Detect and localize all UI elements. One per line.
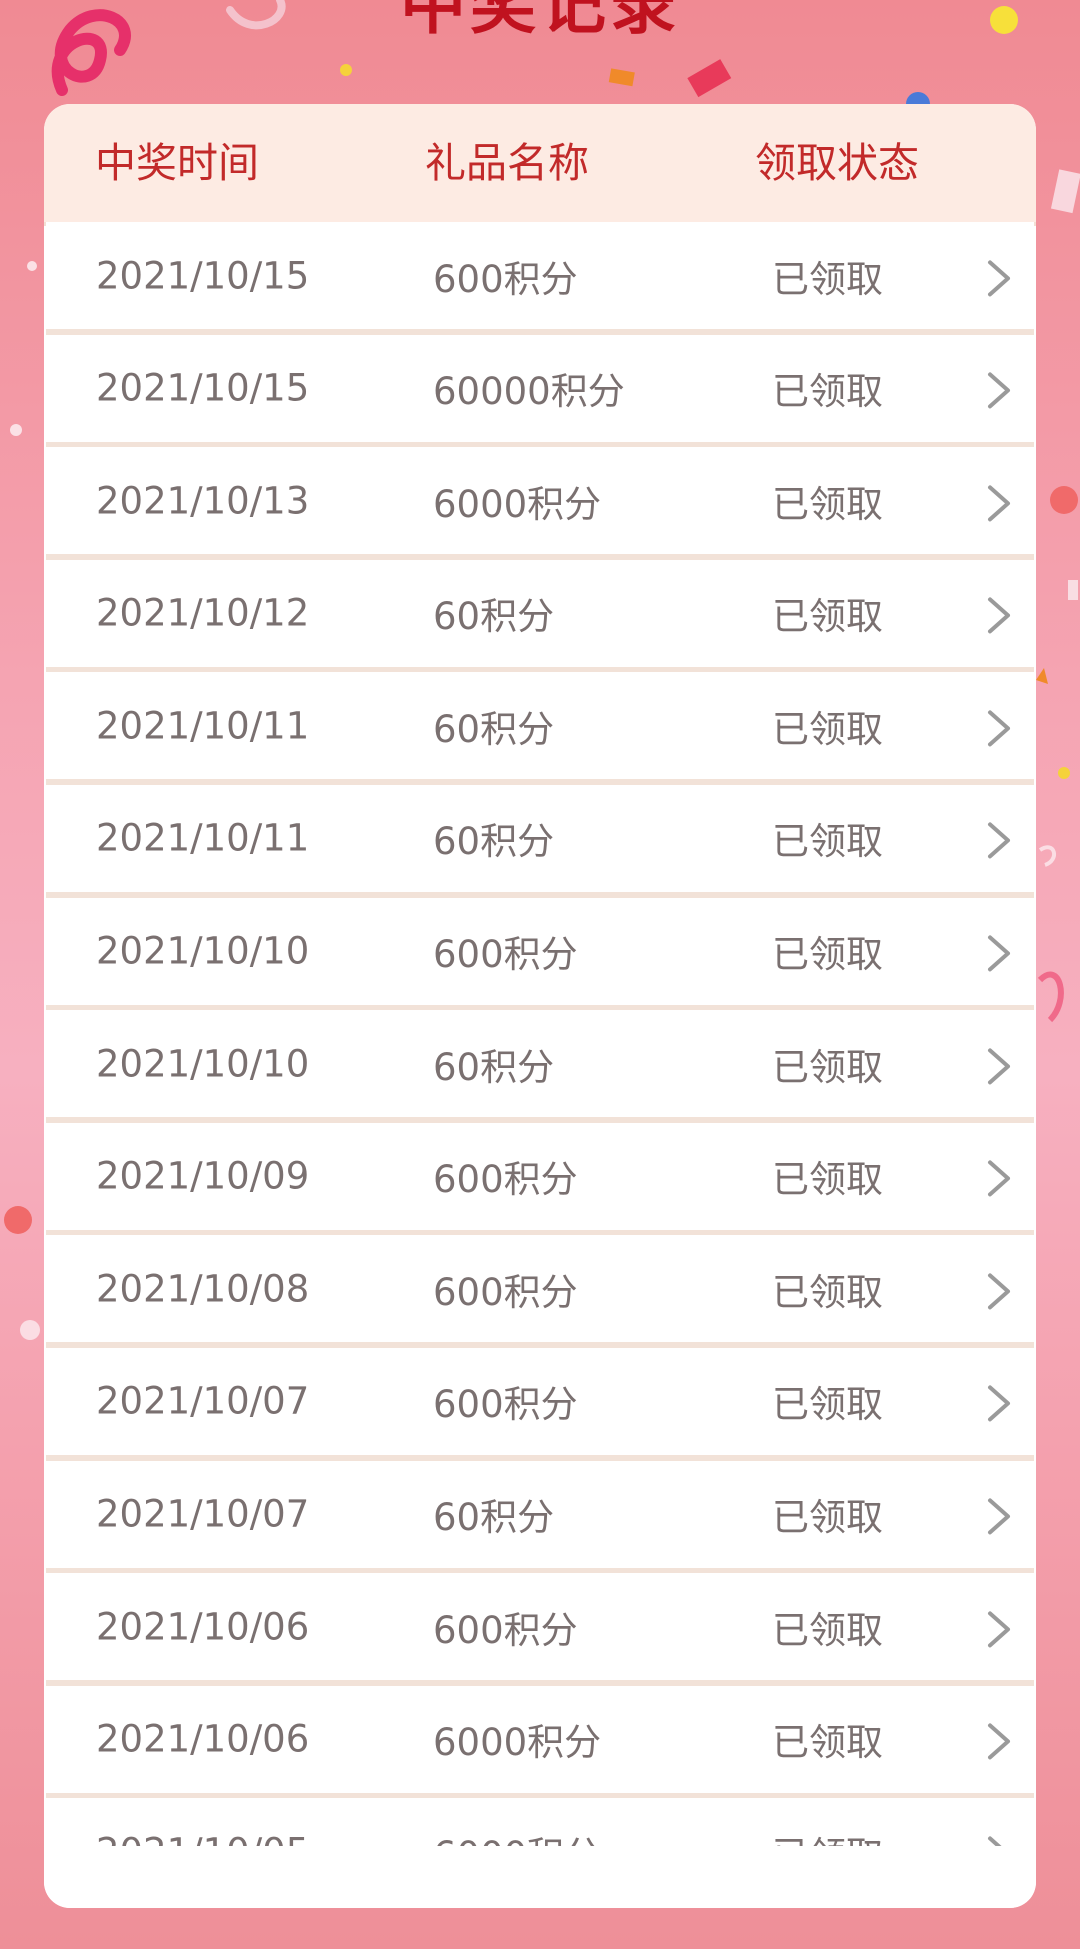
row-date: 2021/10/10 [96, 929, 310, 973]
row-status: 已领取 [772, 933, 883, 977]
chevron-right-icon[interactable] [982, 933, 1016, 973]
chevron-right-icon[interactable] [982, 1496, 1016, 1536]
row-gift: 600积分 [433, 933, 578, 977]
header-status: 领取状态 [755, 138, 919, 187]
chevron-right-icon[interactable] [982, 258, 1016, 298]
row-status: 已领取 [772, 1383, 883, 1427]
chevron-right-icon[interactable] [982, 1834, 1016, 1846]
row-status: 已领取 [772, 1158, 883, 1202]
row-gift: 600积分 [433, 1608, 578, 1652]
row-status: 已领取 [772, 1825, 883, 1846]
table-row[interactable]: 2021/10/10 60积分 已领取 [46, 1010, 1034, 1118]
chevron-right-icon[interactable] [982, 1609, 1016, 1649]
row-status: 已领取 [772, 1608, 883, 1652]
row-date: 2021/10/13 [96, 479, 310, 523]
table-row[interactable]: 2021/10/07 60积分 已领取 [46, 1460, 1034, 1568]
row-status: 已领取 [772, 1721, 883, 1765]
row-gift: 60积分 [433, 1045, 555, 1089]
row-gift: 600积分 [433, 1383, 578, 1427]
row-date: 2021/10/15 [96, 366, 310, 410]
table-row[interactable]: 2021/10/08 600积分 已领取 [46, 1235, 1034, 1343]
chevron-right-icon[interactable] [982, 708, 1016, 748]
row-gift: 6000积分 [433, 1721, 602, 1765]
records-list[interactable]: 2021/10/15 600积分 已领取 2021/10/15 60000积分 … [46, 222, 1034, 1846]
table-row[interactable]: 2021/10/11 60积分 已领取 [46, 784, 1034, 892]
row-date: 2021/10/07 [96, 1492, 310, 1536]
row-date: 2021/10/11 [96, 704, 310, 748]
row-status: 已领取 [772, 482, 883, 526]
chevron-right-icon[interactable] [982, 1384, 1016, 1424]
row-date: 2021/10/06 [96, 1605, 310, 1649]
row-gift: 600积分 [433, 1270, 578, 1314]
chevron-right-icon[interactable] [982, 596, 1016, 636]
row-status: 已领取 [772, 370, 883, 414]
row-status: 已领取 [772, 1045, 883, 1089]
row-status: 已领取 [772, 595, 883, 639]
table-row[interactable]: 2021/10/05 6000积分 已领取 [46, 1798, 1034, 1846]
row-status: 已领取 [772, 1496, 883, 1540]
page-title: 中奖记录 [400, 0, 680, 43]
row-gift: 60积分 [433, 595, 555, 639]
row-date: 2021/10/05 [96, 1830, 309, 1846]
row-date: 2021/10/06 [96, 1717, 310, 1761]
row-gift: 6000积分 [433, 482, 602, 526]
table-row[interactable]: 2021/10/06 6000积分 已领取 [46, 1685, 1034, 1793]
table-row[interactable]: 2021/10/07 600积分 已领取 [46, 1347, 1034, 1455]
row-gift: 60积分 [433, 820, 555, 864]
row-status: 已领取 [772, 820, 883, 864]
row-gift: 6000积分 [433, 1825, 601, 1846]
table-header: 中奖时间 礼品名称 领取状态 [44, 104, 1036, 226]
chevron-right-icon[interactable] [982, 821, 1016, 861]
row-gift: 60积分 [433, 1496, 555, 1540]
row-date: 2021/10/11 [96, 816, 310, 860]
table-row[interactable]: 2021/10/06 600积分 已领取 [46, 1573, 1034, 1681]
row-status: 已领取 [772, 1270, 883, 1314]
table-row[interactable]: 2021/10/10 600积分 已领取 [46, 897, 1034, 1005]
row-date: 2021/10/09 [96, 1154, 310, 1198]
table-row[interactable]: 2021/10/15 60000积分 已领取 [46, 334, 1034, 442]
row-gift: 60000积分 [433, 370, 625, 414]
row-status: 已领取 [772, 707, 883, 751]
header-time: 中奖时间 [95, 138, 259, 187]
table-row[interactable]: 2021/10/15 600积分 已领取 [46, 222, 1034, 329]
row-gift: 60积分 [433, 707, 555, 751]
row-date: 2021/10/10 [96, 1042, 310, 1086]
table-row[interactable]: 2021/10/11 60积分 已领取 [46, 672, 1034, 780]
chevron-right-icon[interactable] [982, 1159, 1016, 1199]
row-date: 2021/10/08 [96, 1267, 310, 1311]
table-row[interactable]: 2021/10/12 60积分 已领取 [46, 559, 1034, 667]
row-date: 2021/10/07 [96, 1379, 310, 1423]
row-gift: 600积分 [433, 1158, 578, 1202]
row-date: 2021/10/15 [96, 254, 310, 297]
table-row[interactable]: 2021/10/13 6000积分 已领取 [46, 447, 1034, 555]
row-status: 已领取 [772, 257, 883, 301]
chevron-right-icon[interactable] [982, 370, 1016, 410]
chevron-right-icon[interactable] [982, 1722, 1016, 1762]
chevron-right-icon[interactable] [982, 483, 1016, 523]
records-card: 中奖时间 礼品名称 领取状态 2021/10/15 600积分 已领取 2021… [44, 104, 1036, 1908]
card-footer [44, 1846, 1036, 1908]
chevron-right-icon[interactable] [982, 1271, 1016, 1311]
table-row[interactable]: 2021/10/09 600积分 已领取 [46, 1122, 1034, 1230]
chevron-right-icon[interactable] [982, 1046, 1016, 1086]
row-gift: 600积分 [433, 257, 578, 301]
row-date: 2021/10/12 [96, 591, 310, 635]
header-gift: 礼品名称 [425, 138, 589, 187]
